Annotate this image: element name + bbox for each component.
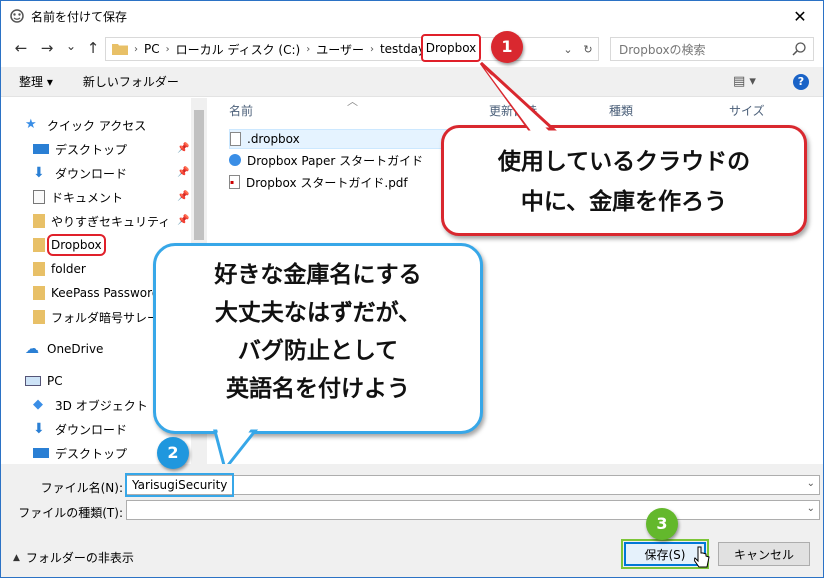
hide-folders-toggle[interactable]: ▲ フォルダーの非表示: [13, 549, 134, 566]
command-toolbar: 整理 ▾ 新しいフォルダー ▤ ▾ ?: [1, 67, 823, 97]
cloud-icon: ☁: [25, 341, 39, 357]
callout-pointer: [479, 61, 557, 131]
search-icon: [792, 42, 806, 56]
breadcrumb-local-disk[interactable]: ローカル ディスク (C:): [176, 41, 301, 58]
title-bar: 名前を付けて保存 ✕: [1, 1, 823, 31]
folder-icon: [112, 44, 128, 55]
pdf-icon: ▪: [229, 175, 240, 189]
collapse-icon: ▲: [13, 552, 20, 563]
pin-icon: 📌: [177, 191, 190, 202]
column-header-name[interactable]: 名前: [229, 98, 253, 122]
back-arrow-icon[interactable]: ←: [11, 39, 31, 57]
scrollbar-thumb[interactable]: [194, 110, 204, 240]
help-icon[interactable]: ?: [793, 74, 809, 90]
step-badge-2: 2: [157, 437, 189, 469]
organize-menu-button[interactable]: 整理 ▾: [19, 73, 53, 90]
app-icon: [10, 9, 24, 23]
filename-field[interactable]: YarisugiSecurity ⌄: [124, 473, 820, 497]
document-icon: [33, 190, 45, 204]
close-icon[interactable]: ✕: [777, 1, 823, 31]
cancel-button[interactable]: キャンセル: [718, 542, 810, 566]
web-shortcut-icon: [229, 154, 241, 166]
navigation-bar: ← → ⌄ ↑ › PC › ローカル ディスク (C:) › ユーザー › t…: [1, 33, 823, 63]
pc-icon: [25, 376, 41, 386]
recent-locations-icon[interactable]: ⌄: [61, 39, 81, 53]
download-icon: ⬇: [33, 165, 45, 181]
address-bar[interactable]: › PC › ローカル ディスク (C:) › ユーザー › testdayo …: [105, 37, 599, 61]
callout-english-name-hint: 好きな金庫名にする 大丈夫なはずだが、 バグ防止として 英語名を付けよう: [153, 243, 483, 434]
address-dropdown-icon[interactable]: ⌄: [558, 43, 578, 56]
pin-icon: 📌: [177, 215, 190, 226]
step-badge-3: 3: [646, 508, 678, 540]
refresh-icon[interactable]: ↻: [578, 43, 598, 56]
breadcrumb-users[interactable]: ユーザー: [316, 41, 364, 58]
chevron-down-icon[interactable]: ⌄: [807, 478, 815, 489]
desktop-icon: [33, 144, 49, 154]
file-icon: [230, 132, 241, 146]
filename-value: YarisugiSecurity: [124, 473, 235, 497]
filetype-label: ファイルの種類(T):: [18, 506, 123, 520]
new-folder-button[interactable]: 新しいフォルダー: [83, 73, 179, 90]
folder-icon: [33, 310, 45, 324]
view-options-icon[interactable]: ▤ ▾: [733, 74, 756, 89]
pin-icon: 📌: [177, 143, 190, 154]
file-row[interactable]: ▪ Dropbox スタートガイド.pdf: [229, 172, 429, 192]
forward-arrow-icon[interactable]: →: [37, 39, 57, 57]
pin-icon: 📌: [177, 167, 190, 178]
step-badge-1: 1: [491, 31, 523, 63]
save-as-dialog: 名前を付けて保存 ✕ ← → ⌄ ↑ › PC › ローカル ディスク (C:)…: [0, 0, 824, 578]
filetype-select[interactable]: ⌄: [126, 500, 820, 520]
folder-icon: [33, 262, 45, 276]
hand-cursor-icon: [694, 546, 710, 568]
sidebar-item-quick-access[interactable]: ★ クイック アクセス: [25, 114, 215, 136]
sort-ascending-icon: ︿: [347, 95, 358, 108]
breadcrumb-pc[interactable]: PC: [144, 42, 160, 56]
cube-icon: ◆: [33, 397, 43, 412]
file-row[interactable]: .dropbox: [229, 129, 449, 149]
search-placeholder: Dropboxの検索: [619, 42, 706, 57]
folder-icon: [33, 286, 45, 300]
window-title: 名前を付けて保存: [31, 9, 128, 24]
breadcrumb-dropbox[interactable]: Dropbox: [421, 34, 481, 62]
column-header-size[interactable]: サイズ: [729, 98, 765, 122]
desktop-icon: [33, 448, 49, 458]
download-icon: ⬇: [33, 421, 45, 437]
filename-label: ファイル名(N):: [40, 481, 123, 495]
callout-cloud-hint: 使用しているクラウドの 中に、金庫を作ろう: [441, 125, 807, 236]
column-header-type[interactable]: 種類: [609, 98, 633, 122]
folder-icon: [33, 238, 45, 252]
chevron-down-icon[interactable]: ⌄: [807, 503, 815, 514]
search-input[interactable]: Dropboxの検索: [610, 37, 814, 61]
star-icon: ★: [25, 117, 37, 132]
up-arrow-icon[interactable]: ↑: [83, 39, 103, 57]
folder-icon: [33, 214, 45, 228]
file-row[interactable]: Dropbox Paper スタートガイド: [229, 150, 429, 170]
